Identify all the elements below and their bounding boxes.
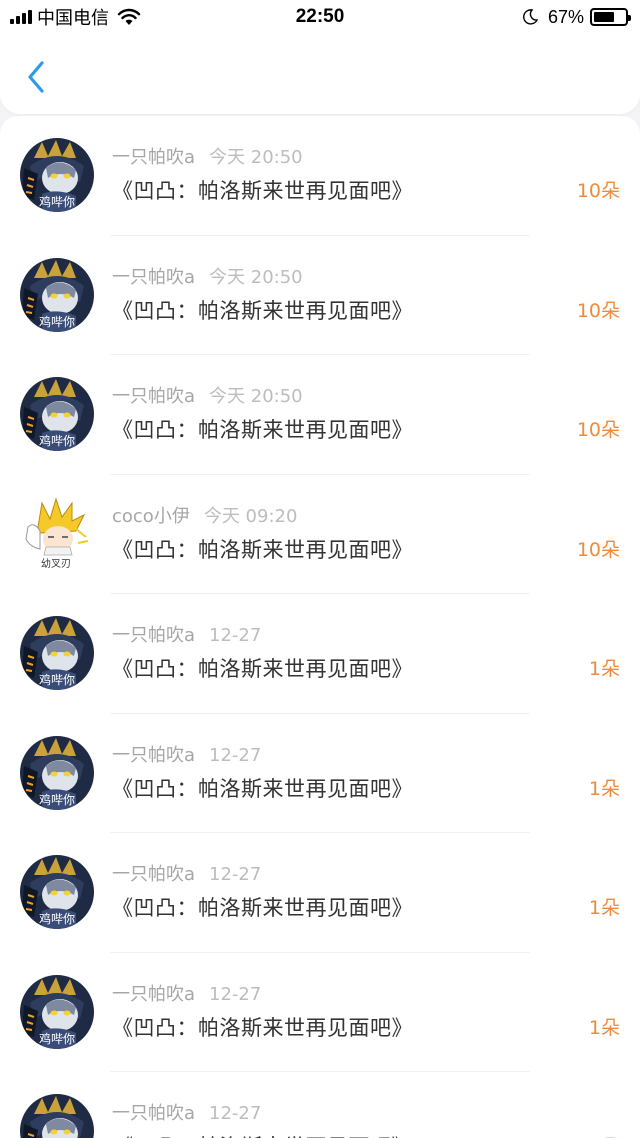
avatar-caption: 鸡哔你 xyxy=(39,194,75,209)
avatar-caption: 鸡哔你 xyxy=(39,672,75,687)
user-name[interactable]: 一只帕吹a xyxy=(112,625,195,646)
avatar-image: 鸡哔你 xyxy=(20,855,94,929)
avatar[interactable]: 鸡哔你 xyxy=(20,735,94,810)
row-meta: 一只帕吹a 12-27 xyxy=(112,983,261,1007)
moon-icon xyxy=(523,9,538,25)
chevron-left-icon xyxy=(28,61,44,93)
user-name[interactable]: 一只帕吹a xyxy=(112,864,195,885)
user-name[interactable]: 一只帕吹a xyxy=(112,386,195,407)
row-count: 10朵 xyxy=(576,538,620,561)
row-time: 12-27 xyxy=(209,744,262,766)
row-meta: 一只帕吹a 12-27 xyxy=(112,744,261,768)
list-item[interactable]: 鸡哔你 一只帕吹a 12-27 《凹凸：帕洛斯来世再见面吧》 1朵 xyxy=(0,714,640,834)
nav-bar xyxy=(0,34,640,114)
avatar-image: 鸡哔你 xyxy=(20,138,94,212)
back-button[interactable] xyxy=(14,52,58,102)
avatar-caption: 鸡哔你 xyxy=(39,433,75,448)
user-name[interactable]: 一只帕吹a xyxy=(112,984,195,1005)
status-right: 67% xyxy=(522,4,631,30)
row-title: 《凹凸：帕洛斯来世再见面吧》 xyxy=(112,776,413,801)
avatar[interactable]: 鸡哔你 xyxy=(20,1094,94,1138)
row-time: 今天 20:50 xyxy=(209,386,303,407)
row-time: 12-27 xyxy=(209,1103,262,1124)
row-meta: 一只帕吹a 12-27 xyxy=(112,863,261,887)
row-count: 1朵 xyxy=(588,1016,620,1039)
row-count: 10朵 xyxy=(576,180,620,202)
row-title: 《凹凸：帕洛斯来世再见面吧》 xyxy=(112,537,413,562)
row-count: 10朵 xyxy=(576,299,620,322)
avatar[interactable]: 鸡哔你 xyxy=(20,257,94,332)
user-name[interactable]: 一只帕吹a xyxy=(112,1103,195,1124)
avatar[interactable]: 鸡哔你 xyxy=(20,377,94,451)
avatar[interactable]: 幼叉刃 xyxy=(20,496,94,571)
list-item[interactable]: 鸡哔你 一只帕吹a 今天 20:50 《凹凸：帕洛斯来世再见面吧》 10朵 xyxy=(0,236,640,356)
avatar-image: 鸡哔你 xyxy=(20,377,94,451)
row-title: 《凹凸：帕洛斯来世再见面吧》 xyxy=(112,1132,413,1138)
battery-cap xyxy=(628,15,631,21)
row-title: 《凹凸：帕洛斯来世再见面吧》 xyxy=(112,179,413,203)
row-title: 《凹凸：帕洛斯来世再见面吧》 xyxy=(112,418,413,442)
row-count: 1朵 xyxy=(589,1132,620,1138)
avatar-caption: 鸡哔你 xyxy=(39,911,75,926)
row-time: 今天 20:50 xyxy=(209,147,303,168)
row-time: 12-27 xyxy=(209,983,262,1005)
battery-icon xyxy=(590,8,631,26)
user-name[interactable]: 一只帕吹a xyxy=(112,745,195,766)
avatar-caption: 鸡哔你 xyxy=(39,314,75,329)
row-time: 12-27 xyxy=(209,864,262,885)
list-item[interactable]: 鸡哔你 一只帕吹a 12-27 《凹凸：帕洛斯来世再见面吧》 1朵 xyxy=(0,953,640,1073)
row-title: 《凹凸：帕洛斯来世再见面吧》 xyxy=(112,657,413,681)
avatar-image: 鸡哔你 xyxy=(20,1094,94,1138)
avatar[interactable]: 鸡哔你 xyxy=(20,855,94,929)
gift-list: 鸡哔你 一只帕吹a 今天 20:50 《凹凸：帕洛斯来世再见面吧》 10朵 鸡哔你… xyxy=(0,116,640,1138)
avatar-caption: 鸡哔你 xyxy=(39,1031,75,1046)
avatar[interactable]: 鸡哔你 xyxy=(20,974,94,1049)
battery-fill xyxy=(594,12,615,22)
avatar-caption: 幼叉刃 xyxy=(41,557,71,570)
row-title: 《凹凸：帕洛斯来世再见面吧》 xyxy=(112,896,413,920)
avatar-image: 幼叉刃 xyxy=(20,496,94,571)
avatar-image: 鸡哔你 xyxy=(20,616,94,690)
row-title: 《凹凸：帕洛斯来世再见面吧》 xyxy=(112,1015,413,1040)
row-time: 今天 09:20 xyxy=(203,505,298,527)
battery-percent: 67% xyxy=(547,6,584,27)
list-item[interactable]: 鸡哔你 一只帕吹a 今天 20:50 《凹凸：帕洛斯来世再见面吧》 10朵 xyxy=(0,355,640,475)
list-item[interactable]: 鸡哔你 一只帕吹a 今天 20:50 《凹凸：帕洛斯来世再见面吧》 10朵 xyxy=(0,116,640,236)
list-item[interactable]: 鸡哔你 一只帕吹a 12-27 《凹凸：帕洛斯来世再见面吧》 1朵 xyxy=(0,1072,640,1138)
list-item[interactable]: 鸡哔你 一只帕吹a 12-27 《凹凸：帕洛斯来世再见面吧》 1朵 xyxy=(0,594,640,714)
user-name[interactable]: 一只帕吹a xyxy=(112,147,195,168)
row-meta: 一只帕吹a 今天 20:50 xyxy=(112,146,303,170)
row-count: 10朵 xyxy=(576,419,620,441)
row-title: 《凹凸：帕洛斯来世再见面吧》 xyxy=(112,298,413,323)
row-count: 1朵 xyxy=(588,658,620,680)
avatar-image: 鸡哔你 xyxy=(20,257,94,332)
row-meta: 一只帕吹a 今天 20:50 xyxy=(112,266,303,290)
list-item[interactable]: 幼叉刃 coco小伊 今天 09:20 《凹凸：帕洛斯来世再见面吧》 10朵 xyxy=(0,475,640,595)
row-meta: 一只帕吹a 12-27 xyxy=(112,1102,261,1126)
user-name[interactable]: coco小伊 xyxy=(112,506,190,527)
list-item[interactable]: 鸡哔你 一只帕吹a 12-27 《凹凸：帕洛斯来世再见面吧》 1朵 xyxy=(0,833,640,953)
status-bar: 中国电信 22:50 67% xyxy=(0,0,640,34)
row-time: 今天 20:50 xyxy=(209,266,303,288)
row-count: 1朵 xyxy=(588,897,620,919)
avatar-image: 鸡哔你 xyxy=(20,974,94,1049)
row-time: 12-27 xyxy=(209,625,262,646)
row-count: 1朵 xyxy=(588,777,620,800)
avatar-image: 鸡哔你 xyxy=(20,735,94,810)
avatar[interactable]: 鸡哔你 xyxy=(20,616,94,690)
user-name[interactable]: 一只帕吹a xyxy=(112,267,195,288)
row-meta: 一只帕吹a 今天 20:50 xyxy=(112,385,303,409)
avatar[interactable]: 鸡哔你 xyxy=(20,138,94,212)
avatar-caption: 鸡哔你 xyxy=(39,792,75,807)
row-meta: coco小伊 今天 09:20 xyxy=(112,505,297,529)
row-meta: 一只帕吹a 12-27 xyxy=(112,624,261,648)
